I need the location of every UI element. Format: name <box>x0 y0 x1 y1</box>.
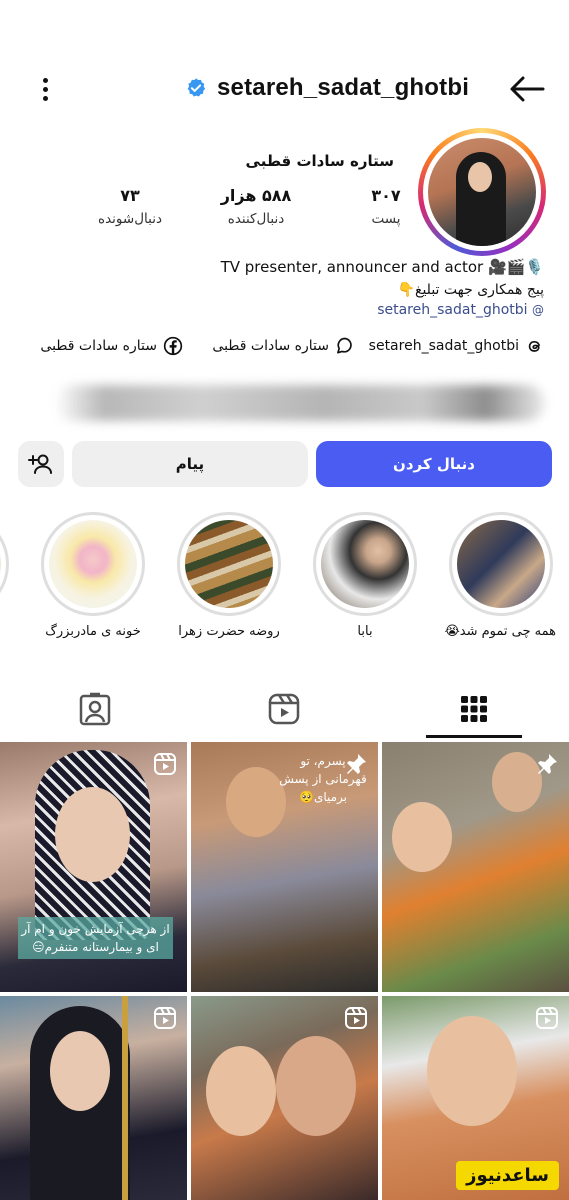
suggest-users-button[interactable] <box>18 441 64 487</box>
reels-small-icon <box>536 1007 558 1029</box>
posts-grid: پسرم، تو قهرمانی از پسش برمیای🥺 از هرچی … <box>0 742 569 1200</box>
reels-small-icon <box>345 1007 367 1029</box>
bio-link-text: setareh_sadat_ghotbi <box>377 302 528 318</box>
facebook-link-text: ستاره سادات قطبی <box>40 338 157 354</box>
bio-link[interactable]: setareh_sadat_ghotbi @ <box>24 302 544 318</box>
highlight-caption: روضه حضرت زهرا <box>178 624 280 639</box>
bio-line-1: TV presenter, announcer and actor 🎥🎬🎙️ <box>220 258 544 276</box>
back-button[interactable] <box>507 72 547 106</box>
post-thumbnail[interactable]: از هرچی آزمایش خون و ام آر ای و بیمارستا… <box>0 742 187 992</box>
stat-following[interactable]: ۷۳ دنبال‌شونده <box>80 186 180 227</box>
profile-header: setareh_sadat_ghotbi <box>0 60 569 120</box>
stat-number: ۵۸۸ هزار <box>220 186 292 205</box>
profile-bio: TV presenter, announcer and actor 🎥🎬🎙️ پ… <box>24 258 544 318</box>
chat-link-text: ستاره سادات قطبی <box>212 338 329 354</box>
highlight-image <box>321 520 409 608</box>
stat-label: دنبال‌کننده <box>227 211 285 227</box>
highlight-item[interactable]: همه چی تموم شد😭 <box>444 512 556 639</box>
stat-number: ۳۰۷ <box>371 186 401 205</box>
facebook-link[interactable]: ستاره سادات قطبی <box>40 336 183 356</box>
profile-links: setareh_sadat_ghotbi ستاره سادات قطبی ست… <box>0 336 569 362</box>
story-highlights: همه چی تموم شد😭 بابا روضه حضرت زهرا خونه… <box>0 512 569 652</box>
post-thumbnail[interactable] <box>191 996 378 1200</box>
stat-label: دنبال‌شونده <box>98 211 162 227</box>
highlight-caption: همه چی تموم شد😭 <box>444 624 556 639</box>
threads-small-icon: @ <box>532 303 544 317</box>
post-thumbnail[interactable]: پسرم، تو قهرمانی از پسش برمیای🥺 <box>191 742 378 992</box>
facebook-icon <box>163 336 183 356</box>
highlight-image <box>0 520 1 608</box>
highlight-caption: خونه ی مادربزرگ <box>45 624 141 639</box>
pin-icon <box>538 754 557 774</box>
reels-small-icon <box>154 753 176 775</box>
watermark-logo: ساعدنیوز <box>456 1161 559 1190</box>
add-person-icon <box>28 454 52 474</box>
post-thumbnail[interactable] <box>0 996 187 1200</box>
post-caption-overlay: از هرچی آزمایش خون و ام آر ای و بیمارستا… <box>18 917 173 959</box>
tab-posts-grid[interactable] <box>379 678 569 740</box>
highlight-image <box>457 520 545 608</box>
reels-icon <box>268 693 300 725</box>
grid-icon <box>461 696 487 722</box>
profile-actions: دنبال کردن پیام <box>0 441 569 487</box>
tab-reels[interactable] <box>189 678 379 740</box>
highlight-item[interactable]: روضه حضرت زهرا <box>174 512 284 639</box>
profile-username: setareh_sadat_ghotbi <box>217 74 470 101</box>
threads-icon <box>528 340 540 352</box>
stat-posts[interactable]: ۳۰۷ پست <box>336 186 436 227</box>
highlight-item[interactable]: بابا <box>310 512 420 639</box>
avatar-image <box>428 138 536 246</box>
more-vertical-icon <box>30 78 60 101</box>
chat-bubble-icon <box>337 337 352 354</box>
threads-link[interactable]: setareh_sadat_ghotbi <box>369 336 545 356</box>
highlight-image <box>49 520 137 608</box>
chat-link[interactable]: ستاره سادات قطبی <box>212 336 355 356</box>
tab-tagged[interactable] <box>0 678 190 740</box>
bio-line-2: پیج همکاری جهت تبلیغ👇 <box>397 282 544 298</box>
threads-username: setareh_sadat_ghotbi <box>368 338 519 354</box>
profile-tabs <box>0 678 569 740</box>
username-wrap: setareh_sadat_ghotbi <box>185 74 469 102</box>
highlight-item[interactable]: خونه ی مادربزرگ <box>38 512 148 639</box>
stat-number: ۷۳ <box>120 186 140 205</box>
post-thumbnail[interactable] <box>382 742 569 992</box>
highlight-image <box>185 520 273 608</box>
profile-full-name: ستاره سادات قطبی <box>245 152 394 170</box>
profile-avatar[interactable] <box>418 128 546 256</box>
arrow-left-icon <box>510 76 545 102</box>
follow-button[interactable]: دنبال کردن <box>316 441 552 487</box>
message-button[interactable]: پیام <box>72 441 308 487</box>
verified-badge-icon <box>187 78 206 97</box>
highlight-caption: بابا <box>357 624 373 639</box>
more-options-button[interactable] <box>30 74 60 108</box>
blurred-content <box>55 385 545 421</box>
stat-label: پست <box>371 211 401 227</box>
pin-icon <box>347 754 366 774</box>
post-thumbnail[interactable]: ساعدنیوز <box>382 996 569 1200</box>
stat-followers[interactable]: ۵۸۸ هزار دنبال‌کننده <box>206 186 306 227</box>
highlight-item[interactable] <box>0 512 12 616</box>
reels-small-icon <box>154 1007 176 1029</box>
tagged-person-icon <box>79 692 111 726</box>
